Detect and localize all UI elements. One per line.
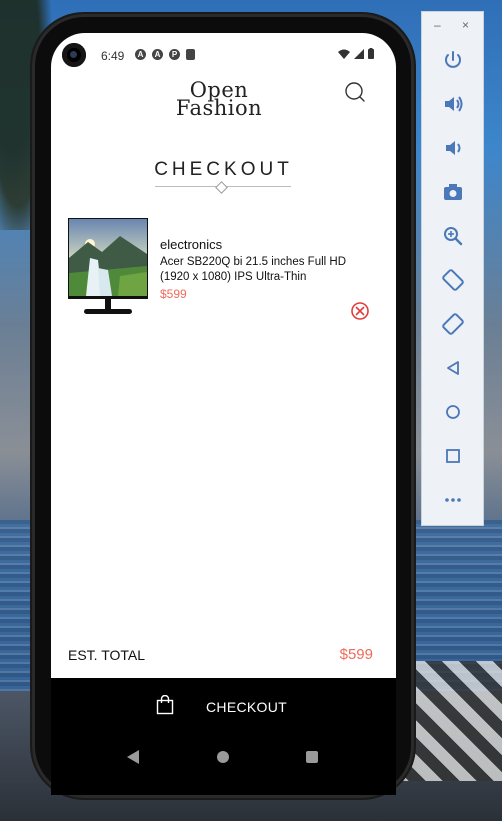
total-value: $599	[339, 646, 373, 663]
overview-icon[interactable]	[440, 443, 466, 469]
search-icon[interactable]	[343, 80, 367, 104]
status-right	[338, 48, 374, 59]
emulator-toolbar: – ×	[421, 11, 484, 526]
camera-icon[interactable]	[440, 179, 466, 205]
app-logo[interactable]: Open Fashion	[169, 80, 269, 120]
item-category: electronics	[160, 237, 223, 252]
sd-card-icon	[186, 49, 195, 60]
status-time: 6:49	[101, 49, 125, 63]
rotate-right-icon[interactable]	[440, 311, 466, 337]
item-price: $599	[160, 287, 187, 301]
front-camera	[62, 43, 86, 67]
signal-icon	[354, 48, 364, 59]
nav-home-icon[interactable]	[217, 751, 229, 763]
checkout-button-label: CHECKOUT	[206, 699, 287, 715]
checkout-button[interactable]: CHECKOUT	[51, 678, 396, 734]
remove-item-icon[interactable]	[350, 301, 370, 321]
a-icon: A	[135, 49, 146, 60]
divider-diamond	[215, 181, 228, 194]
a-icon: A	[152, 49, 163, 60]
product-image[interactable]	[68, 218, 148, 322]
page-title: CHECKOUT	[154, 159, 293, 180]
volume-up-icon[interactable]	[440, 91, 466, 117]
rotate-left-icon[interactable]	[440, 267, 466, 293]
wifi-icon	[338, 49, 350, 59]
back-icon[interactable]	[440, 355, 466, 381]
home-icon[interactable]	[440, 399, 466, 425]
android-nav-bar	[51, 734, 396, 795]
shopping-bag-icon	[156, 695, 174, 715]
p-icon: P	[169, 49, 180, 60]
power-icon[interactable]	[440, 47, 466, 73]
more-icon[interactable]	[440, 487, 466, 513]
battery-icon	[368, 48, 374, 59]
item-name: Acer SB220Q bi 21.5 inches Full HD (1920…	[160, 256, 347, 283]
volume-down-icon[interactable]	[440, 135, 466, 161]
nav-overview-icon[interactable]	[306, 751, 318, 763]
logo-line-2: Fashion	[175, 96, 263, 120]
minimize-icon[interactable]: –	[434, 18, 441, 32]
zoom-icon[interactable]	[440, 223, 466, 249]
nav-back-icon[interactable]	[127, 750, 139, 764]
status-bar: 6:49 A A P	[51, 33, 396, 75]
close-icon[interactable]: ×	[462, 18, 469, 32]
total-label: EST. TOTAL	[68, 647, 146, 663]
phone-screen: 6:49 A A P Open Fashion CHECKOUT electro…	[51, 33, 396, 795]
